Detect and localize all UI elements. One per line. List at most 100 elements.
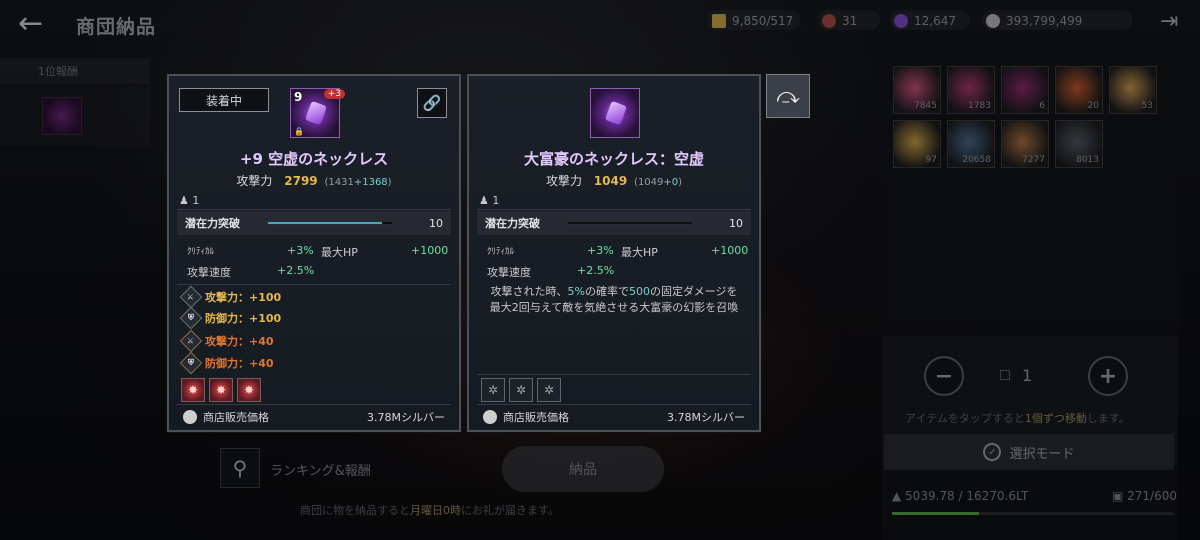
potential-bar	[267, 221, 393, 225]
price-label: 商店販売価格	[203, 411, 269, 424]
desc-chance: 5%	[567, 285, 585, 298]
item-name: 大富豪のネックレス：空虚	[523, 150, 704, 168]
potential-row: 潜在力突破 10	[177, 211, 451, 235]
price-label: 商店販売価格	[503, 411, 569, 424]
stat-hp-val: +1000	[411, 244, 448, 257]
potential-bar	[567, 221, 693, 225]
potential-bar-fill	[568, 222, 692, 224]
money-bag-icon	[483, 410, 497, 424]
stat-speed-label: 攻撃速度	[487, 266, 531, 279]
desc-part-2: の確率で	[585, 285, 629, 298]
stat-speed: 攻撃速度	[487, 264, 531, 280]
icon-level: 9	[294, 90, 303, 104]
option-text-3: 攻撃力：+40	[205, 335, 274, 348]
divider	[177, 284, 451, 285]
empty-gem-slot-icon: ✲	[509, 378, 533, 402]
icon-plus-badge: +3	[323, 89, 345, 99]
attack-breakdown: (1431+1368)	[324, 177, 392, 188]
sword-icon: ⚔	[179, 329, 203, 353]
price-row: 商店販売価格 3.78Mシルバー	[177, 406, 451, 428]
stat-speed-value: +2.5%	[577, 264, 615, 277]
stat-speed: 攻撃速度	[187, 264, 231, 280]
potential-label: 潜在力突破	[485, 217, 540, 230]
stat-crit-label: ｸﾘﾃｨｶﾙ	[487, 247, 515, 257]
potential-value: 10	[729, 216, 743, 230]
stat-hp-label: 最大HP	[621, 246, 658, 259]
empty-gem-slot-icon: ✲	[481, 378, 505, 402]
stat-crit-value: +3%	[287, 244, 314, 257]
equipped-necklace-icon: 9 +3 🔒	[290, 88, 345, 138]
divider	[477, 374, 751, 375]
stat-speed-label: 攻撃速度	[187, 266, 231, 279]
stat-speed-val: +2.5%	[277, 264, 314, 277]
divider	[177, 209, 451, 210]
price-value: 3.78Mシルバー	[667, 411, 745, 424]
shield-icon: ⛨	[179, 306, 203, 330]
potential-bar-fill	[268, 222, 383, 224]
stat-hp: 最大HP	[621, 244, 658, 260]
attack-value: 2799	[284, 174, 318, 188]
stat-hp-val: +1000	[711, 244, 748, 257]
option-text-4: 防御力：+40	[205, 357, 274, 370]
attack-base: 1431	[328, 177, 354, 188]
stat-speed-value: +2.5%	[277, 264, 315, 277]
attack-breakdown: (1049+0)	[634, 177, 683, 188]
option-row-3: ⚔ 攻撃力：+40	[179, 329, 274, 353]
stat-hp-value: +1000	[411, 244, 449, 257]
owner-count: ♟ 1	[179, 194, 200, 207]
price-row: 商店販売価格 3.78Mシルバー	[477, 406, 751, 428]
stat-crit: ｸﾘﾃｨｶﾙ	[187, 244, 214, 257]
attack-base: 1049	[637, 177, 664, 188]
equipped-badge: 装着中	[179, 88, 269, 112]
attack-line: 攻撃力 2799 (1431+1368)	[169, 172, 459, 189]
stat-crit-val: +3%	[287, 244, 314, 257]
gem-slot-icon: ✸	[237, 378, 261, 402]
attack-bonus: +0	[663, 177, 679, 188]
set-effect-description: 攻撃された時、5%の確率で500の固定ダメージを 最大2回与えて敵を気絶させる大富…	[483, 284, 745, 316]
stat-hp-value: +1000	[711, 244, 749, 257]
stat-crit-label: ｸﾘﾃｨｶﾙ	[187, 247, 215, 257]
owner-count: ♟ 1	[479, 194, 500, 207]
price-value: 3.78Mシルバー	[367, 411, 445, 424]
stat-speed-val: +2.5%	[577, 264, 614, 277]
item-name: +9 空虚のネックレス	[239, 150, 389, 168]
option-row-4: ⛨ 防御力：+40	[179, 351, 274, 375]
gem-slot-icon: ✸	[181, 378, 205, 402]
lock-icon: 🔒	[294, 127, 304, 136]
option-row-1: ⚔ 攻撃力：+100	[179, 285, 282, 309]
stat-hp-label: 最大HP	[321, 246, 358, 259]
stat-crit-value: +3%	[587, 244, 614, 257]
money-bag-icon	[183, 410, 197, 424]
divider	[477, 209, 751, 210]
gem-icon	[605, 100, 627, 126]
option-row-2: ⛨ 防御力：+100	[179, 306, 282, 330]
option-text-2: 防御力：+100	[205, 312, 282, 325]
desc-part-4: 最大2回与えて敵を気絶させる大富豪の幻影を召喚	[489, 301, 739, 314]
owner-count-value: 1	[192, 194, 200, 207]
stat-crit-val: +3%	[587, 244, 614, 257]
link-icon[interactable]: 🔗	[417, 88, 447, 118]
shield-icon: ⛨	[179, 351, 203, 375]
attack-value: 1049	[593, 174, 628, 188]
gem-icon	[305, 100, 327, 126]
divider	[477, 404, 751, 405]
attack-bonus: +1368	[353, 177, 388, 188]
attack-line: 攻撃力 1049 (1049+0)	[469, 172, 759, 189]
divider	[177, 404, 451, 405]
owner-count-value: 1	[492, 194, 500, 207]
desc-part-3: の固定ダメージを	[650, 285, 738, 298]
option-text-1: 攻撃力：+100	[205, 291, 282, 304]
compare-necklace-icon	[590, 88, 640, 138]
desc-damage: 500	[629, 285, 650, 298]
return-icon[interactable]: ⤼	[766, 74, 810, 118]
potential-value: 10	[429, 216, 443, 230]
stat-hp: 最大HP	[321, 244, 358, 260]
compare-item-tooltip: 大富豪のネックレス：空虚 攻撃力 1049 (1049+0) ♟ 1 潜在力突破…	[467, 74, 761, 432]
attack-label: 攻撃力	[545, 174, 582, 188]
gem-slot-icon: ✸	[209, 378, 233, 402]
stat-crit: ｸﾘﾃｨｶﾙ	[487, 244, 514, 257]
potential-label: 潜在力突破	[185, 217, 240, 230]
attack-label: 攻撃力	[236, 174, 273, 188]
empty-gem-slot-icon: ✲	[537, 378, 561, 402]
equipped-item-tooltip: 装着中 9 +3 🔒 🔗 +9 空虚のネックレス 攻撃力 2799 (1431+…	[167, 74, 461, 432]
